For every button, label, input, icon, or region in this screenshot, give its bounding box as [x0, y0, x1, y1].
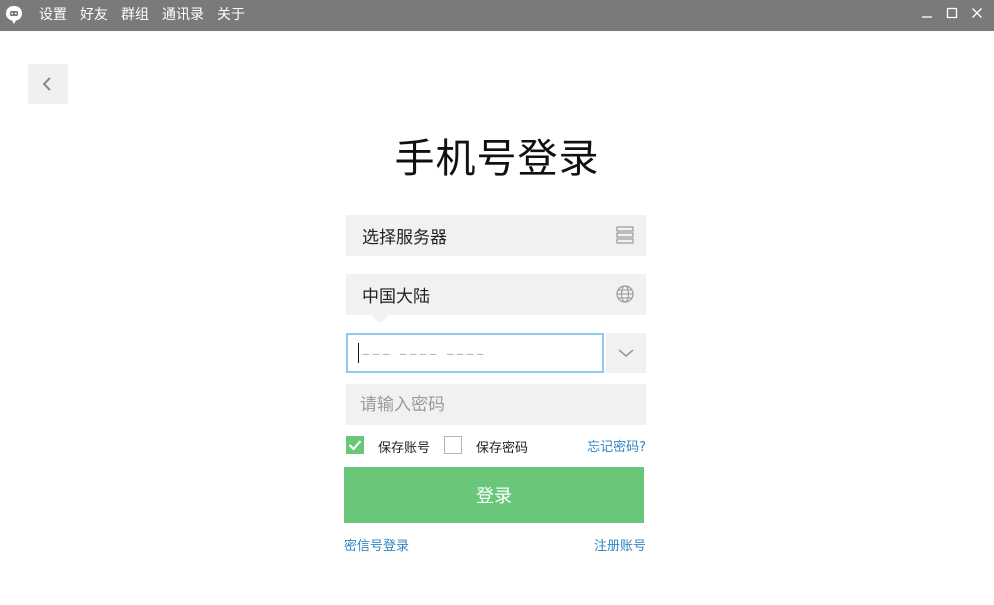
back-button[interactable]	[28, 64, 68, 104]
menu-item-about[interactable]: 关于	[217, 4, 245, 24]
chevron-left-icon	[42, 77, 51, 91]
login-button[interactable]: 登录	[344, 467, 644, 523]
region-select-label: 中国大陆	[362, 287, 430, 307]
menu-item-contacts[interactable]: 通讯录	[162, 4, 204, 24]
globe-icon	[616, 285, 634, 303]
login-options: 保存账号 保存密码 忘记密码?	[346, 436, 646, 456]
close-button[interactable]	[967, 4, 987, 22]
maximize-icon	[946, 7, 958, 19]
server-select-label: 选择服务器	[362, 228, 447, 248]
maximize-button[interactable]	[942, 4, 962, 22]
region-pointer	[371, 315, 389, 323]
region-select[interactable]: 中国大陆	[346, 274, 646, 315]
checkmark-icon	[348, 440, 362, 451]
page-title: 手机号登录	[394, 136, 600, 182]
server-icon	[616, 226, 634, 244]
menu-bar: 设置 好友 群组 通讯录 关于	[39, 0, 258, 27]
text-cursor	[358, 343, 359, 363]
phone-history-dropdown[interactable]	[606, 333, 646, 373]
save-password-label: 保存密码	[476, 441, 529, 456]
save-account-checkbox[interactable]	[346, 436, 364, 454]
close-icon	[972, 8, 982, 18]
save-account-label: 保存账号	[378, 441, 431, 456]
app-logo-icon	[6, 6, 22, 24]
title-bar: 设置 好友 群组 通讯录 关于	[0, 0, 994, 31]
phone-input[interactable]	[346, 333, 604, 373]
minimize-icon	[922, 16, 932, 18]
save-password-checkbox[interactable]	[444, 436, 462, 454]
menu-item-groups[interactable]: 群组	[121, 4, 149, 24]
mixin-id-login-link[interactable]: 密信号登录	[344, 535, 409, 554]
register-link[interactable]: 注册账号	[594, 535, 646, 554]
server-select[interactable]: 选择服务器	[346, 215, 646, 256]
menu-item-settings[interactable]: 设置	[39, 4, 67, 24]
chevron-down-icon	[618, 349, 634, 358]
menu-item-friends[interactable]: 好友	[80, 4, 108, 24]
password-input[interactable]	[346, 384, 646, 425]
forgot-password-link[interactable]: 忘记密码?	[587, 436, 646, 455]
minimize-button[interactable]	[917, 4, 937, 22]
